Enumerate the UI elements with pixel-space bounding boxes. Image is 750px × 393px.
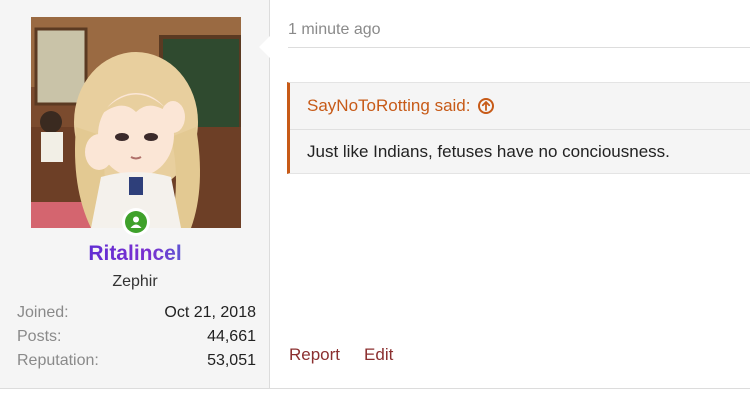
quote-header: SayNoToRotting said: bbox=[307, 96, 495, 116]
post-pointer-arrow bbox=[259, 36, 270, 58]
user-title: Zephir bbox=[112, 273, 158, 290]
stat-label: Reputation: bbox=[17, 352, 99, 369]
stat-value: 53,051 bbox=[207, 352, 256, 369]
user-stats: Joined: Oct 21, 2018 Posts: 44,661 Reput… bbox=[17, 301, 256, 373]
online-status-badge bbox=[122, 208, 150, 236]
report-link[interactable]: Report bbox=[289, 345, 340, 365]
stat-label: Posts: bbox=[17, 328, 62, 345]
edit-link[interactable]: Edit bbox=[364, 345, 393, 365]
avatar-image bbox=[31, 17, 241, 228]
stat-row-joined: Joined: Oct 21, 2018 bbox=[17, 301, 256, 325]
post-bottom-border bbox=[270, 388, 750, 389]
post-timestamp[interactable]: 1 minute ago bbox=[288, 21, 381, 39]
user-avatar[interactable] bbox=[31, 17, 241, 228]
user-online-icon bbox=[125, 211, 147, 233]
stat-value: Oct 21, 2018 bbox=[164, 304, 256, 321]
stat-label: Joined: bbox=[17, 304, 69, 321]
quote-divider bbox=[290, 129, 750, 130]
stat-value: 44,661 bbox=[207, 328, 256, 345]
arrow-up-circle-icon[interactable] bbox=[478, 98, 495, 114]
forum-post: Ritalincel Zephir Joined: Oct 21, 2018 P… bbox=[0, 0, 750, 393]
quote-author[interactable]: SayNoToRotting said: bbox=[307, 96, 470, 116]
stat-row-posts: Posts: 44,661 bbox=[17, 325, 256, 349]
quote-block: SayNoToRotting said: Just like Indians, … bbox=[287, 82, 750, 174]
username-link[interactable]: Ritalincel bbox=[0, 242, 270, 266]
header-divider bbox=[288, 47, 750, 48]
stat-row-reputation: Reputation: 53,051 bbox=[17, 349, 256, 373]
quote-text: Just like Indians, fetuses have no conci… bbox=[307, 142, 670, 161]
user-panel: Ritalincel Zephir Joined: Oct 21, 2018 P… bbox=[0, 0, 270, 389]
post-actions: Report Edit bbox=[289, 345, 393, 365]
